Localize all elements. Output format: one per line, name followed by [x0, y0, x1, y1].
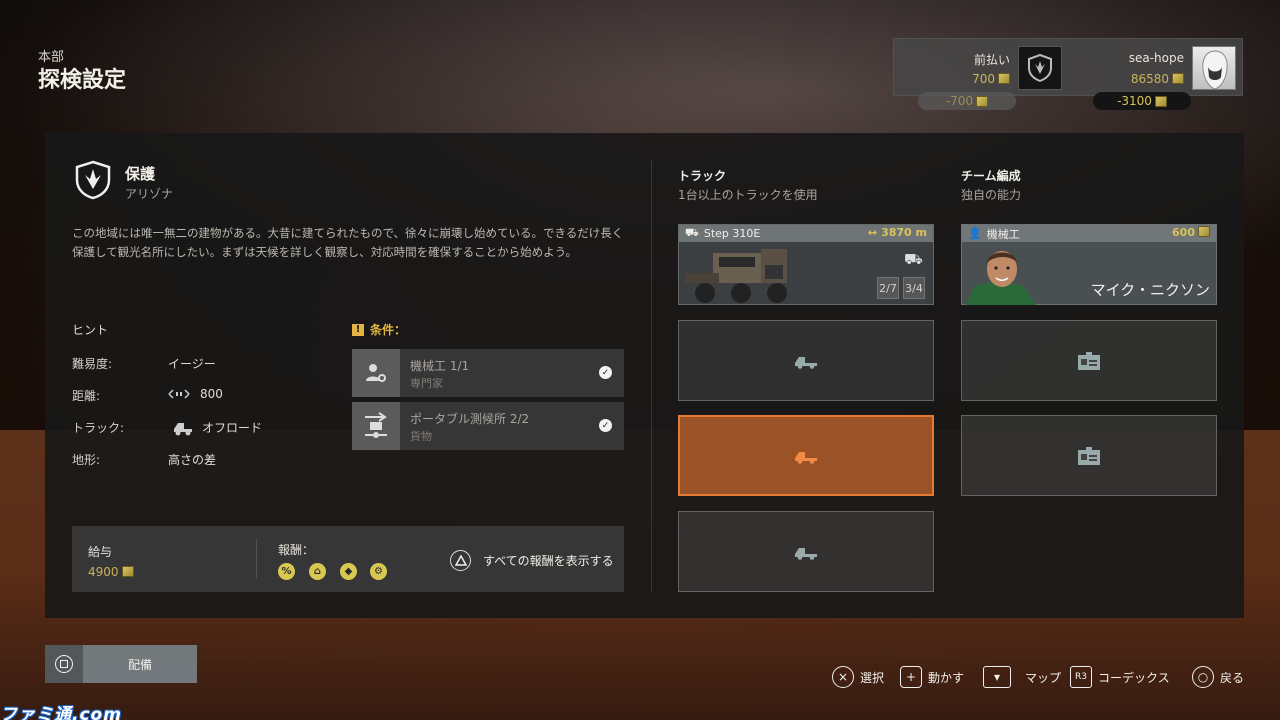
condition-sub: 貨物	[410, 430, 432, 443]
trucks-heading: トラック	[678, 169, 727, 183]
hint-value: イージー	[168, 357, 216, 371]
coin-icon	[1172, 73, 1184, 84]
check-icon: ✓	[599, 366, 612, 379]
team-sub: 独自の能力	[961, 188, 1022, 202]
add-truck-icon	[795, 547, 817, 560]
pay-label: 給与	[88, 545, 113, 559]
condition-item[interactable]: ポータブル測候所 2/2 貨物 ✓	[352, 402, 624, 450]
crew-name: マイク・ニクソン	[1090, 281, 1210, 299]
watermark-logo: ファミ通.com	[0, 705, 122, 720]
shield-emblem-icon	[1018, 46, 1062, 90]
footer-map[interactable]: ▾ マップ	[983, 665, 1061, 689]
truck-slot-selected[interactable]	[678, 415, 934, 496]
truck-slot-empty[interactable]	[678, 320, 934, 401]
crew-slot-empty[interactable]	[961, 415, 1217, 496]
hint-value-distance: 800	[168, 387, 223, 401]
condition-sub: 専門家	[410, 377, 443, 390]
mission-region: アリゾナ	[125, 187, 174, 201]
prepay-label: 前払い	[973, 53, 1010, 67]
hint-label: 地形:	[72, 453, 101, 467]
panel-divider	[651, 160, 652, 592]
wallet-panel: 前払い 700 sea-hope 86580	[893, 38, 1243, 96]
reward-gear-icon: ⚙	[370, 563, 387, 580]
coin-icon	[121, 566, 134, 577]
team-heading: チーム編成	[961, 169, 1021, 183]
crew-card[interactable]: 👤 機械工 600 マイク・ニクソン	[961, 224, 1217, 305]
mission-description: この地域には唯一無二の建物がある。大昔に建てられたもので、徐々に崩壊し始めている…	[72, 226, 624, 259]
offroad-truck-icon	[174, 422, 192, 435]
touchpad-icon: ▾	[983, 666, 1011, 688]
hint-label: トラック:	[72, 421, 125, 435]
dpad-icon: +	[900, 666, 922, 688]
pay-value: 4900	[88, 565, 134, 579]
player-amount: 86580	[1094, 72, 1184, 86]
distance-arrows-icon	[168, 389, 190, 399]
coin-icon	[1198, 226, 1210, 237]
footer-select[interactable]: × 選択	[832, 665, 884, 689]
r3-button-icon: R3	[1070, 666, 1092, 688]
page-title: 探検設定	[38, 68, 127, 93]
reward-house-icon: ⌂	[309, 563, 326, 580]
prepay-delta: -700	[918, 92, 1016, 110]
coin-icon	[1154, 95, 1167, 107]
crew-slot-empty[interactable]	[961, 320, 1217, 401]
circle-button-icon: ○	[1192, 666, 1214, 688]
deploy-label: 配備	[127, 657, 152, 672]
deploy-button[interactable]: 配備	[45, 645, 197, 683]
rewards-label: 報酬：	[278, 543, 315, 557]
cargo-icon: ⛟	[904, 250, 923, 268]
reward-pin-icon: ◆	[340, 563, 357, 580]
crew-cost: 600	[1172, 226, 1210, 239]
prepay-amount: 700	[924, 72, 1010, 86]
square-button-icon	[45, 645, 83, 683]
footer-back[interactable]: ○ 戻る	[1192, 665, 1244, 689]
coin-icon	[976, 95, 989, 107]
mechanic-icon	[352, 349, 400, 397]
hint-label: 距離:	[72, 389, 101, 403]
distance-arrows-icon: ↔	[867, 226, 878, 239]
crew-portrait	[966, 251, 1036, 305]
condition-title: 機械工 1/1	[410, 359, 470, 373]
hint-value-truck: オフロード	[172, 419, 262, 436]
show-all-rewards-button[interactable]: すべての報酬を表示する	[450, 550, 614, 571]
cross-button-icon: ×	[832, 666, 854, 688]
crew-role: 機械工	[986, 227, 1020, 241]
truck-card[interactable]: ⛟ Step 310E ↔ 3870 m ⛟ 2/7 3/4	[678, 224, 934, 305]
truck-small-icon: ⛟	[685, 226, 699, 239]
truck-slot-empty[interactable]	[678, 511, 934, 592]
id-card-icon	[1078, 446, 1100, 465]
mission-title: 保護	[125, 165, 156, 183]
player-name: sea-hope	[1128, 51, 1184, 65]
truck-stat-slots: 2/7	[877, 277, 899, 299]
player-avatar	[1192, 46, 1236, 90]
coin-icon	[998, 73, 1010, 84]
truck-distance: ↔ 3870 m	[867, 226, 927, 239]
hint-value: 高さの差	[168, 453, 217, 467]
hint-label: 難易度:	[72, 357, 113, 371]
pay-divider	[256, 539, 257, 579]
id-card-icon	[1078, 351, 1100, 370]
footer-codex[interactable]: R3 コーデックス	[1070, 665, 1170, 689]
footer-move[interactable]: + 動かす	[900, 665, 964, 689]
add-truck-icon	[795, 451, 817, 464]
hints-heading: ヒント	[72, 323, 109, 337]
player-delta: -3100	[1093, 92, 1191, 110]
truck-name: Step 310E	[703, 227, 761, 240]
truck-image	[685, 249, 787, 303]
reward-percent-icon: %	[278, 563, 295, 580]
triangle-button-icon	[450, 550, 471, 571]
conditions-heading: ! 条件：	[352, 321, 406, 338]
trucks-sub: 1台以上のトラックを使用	[678, 188, 818, 202]
add-truck-icon	[795, 356, 817, 369]
check-icon: ✓	[599, 419, 612, 432]
mechanic-small-icon: 👤	[968, 227, 982, 240]
condition-item[interactable]: 機械工 1/1 専門家 ✓	[352, 349, 624, 397]
weather-station-icon	[352, 402, 400, 450]
condition-title: ポータブル測候所 2/2	[410, 412, 530, 426]
warning-icon: !	[352, 323, 364, 336]
protection-shield-icon	[74, 160, 112, 200]
truck-stat-cargo: 3/4	[903, 277, 925, 299]
